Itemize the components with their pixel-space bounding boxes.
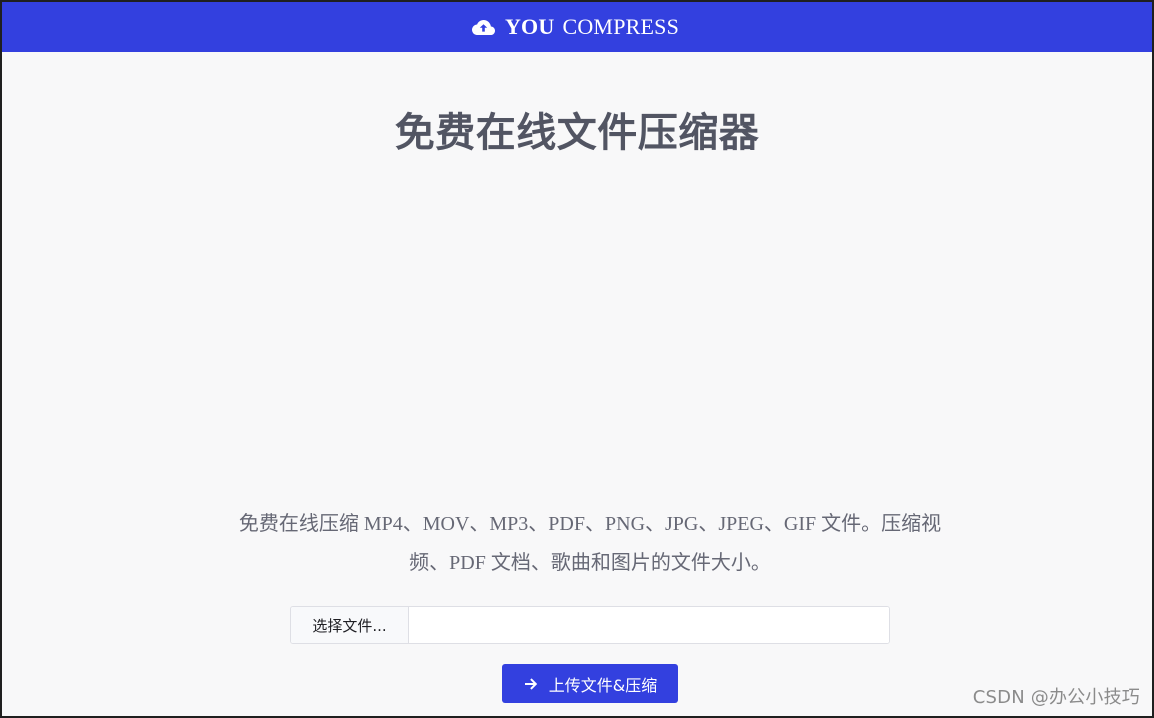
page-title: 免费在线文件压缩器 (394, 110, 760, 156)
page-description: 免费在线压缩 MP4、MOV、MP3、PDF、PNG、JPG、JPEG、GIF … (228, 505, 952, 583)
brand-logo[interactable]: YOU COMPRESS (471, 14, 679, 40)
description-line-1: 免费在线压缩 MP4、MOV、MP3、PDF、PNG、JPG、JPEG、GIF … (238, 513, 942, 535)
file-picker[interactable]: 选择文件... (290, 606, 890, 644)
arrow-right-icon (523, 676, 539, 692)
app-window: YOU COMPRESS 免费在线文件压缩器 免费在线压缩 MP4、MOV、MP3… (0, 0, 1154, 718)
file-name-display[interactable] (409, 607, 889, 643)
description-line-2: 频、PDF 文档、歌曲和图片的文件大小。 (409, 552, 771, 574)
brand-name-bold: YOU (504, 14, 555, 39)
header-bar: YOU COMPRESS (2, 2, 1152, 52)
brand-name-light: COMPRESS (562, 14, 680, 39)
watermark: CSDN @办公小技巧 (972, 687, 1140, 708)
upload-button-label: 上传文件&压缩 (548, 675, 658, 695)
cloud-upload-icon (471, 18, 497, 36)
choose-file-button[interactable]: 选择文件... (291, 607, 409, 643)
upload-compress-button[interactable]: 上传文件&压缩 (502, 664, 678, 703)
